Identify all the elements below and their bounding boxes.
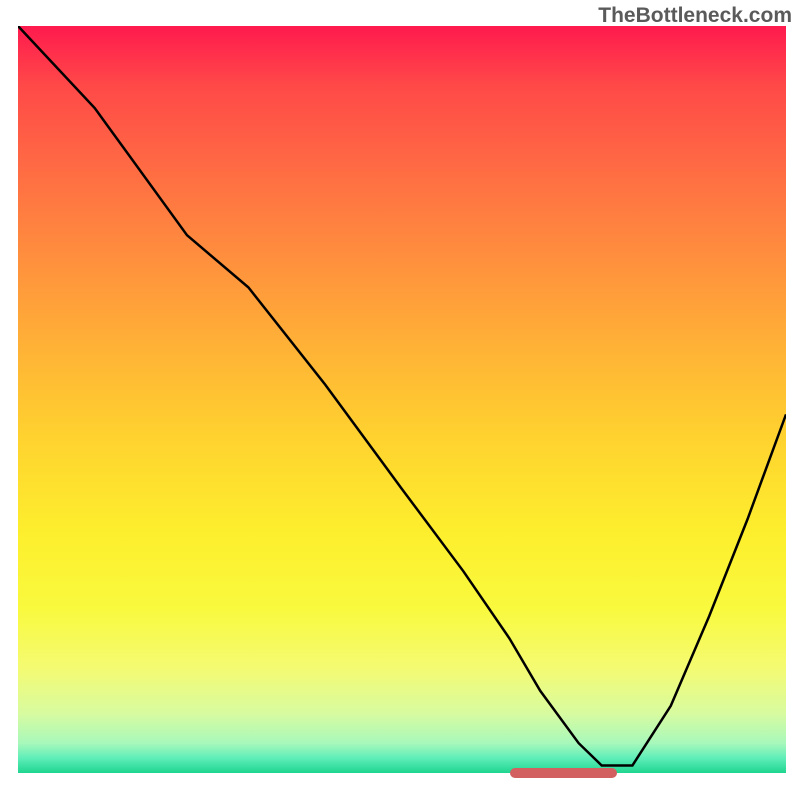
chart-curve	[18, 26, 786, 782]
watermark-text: TheBottleneck.com	[598, 4, 792, 28]
chart-container	[18, 26, 786, 782]
optimal-range-marker	[510, 768, 618, 778]
